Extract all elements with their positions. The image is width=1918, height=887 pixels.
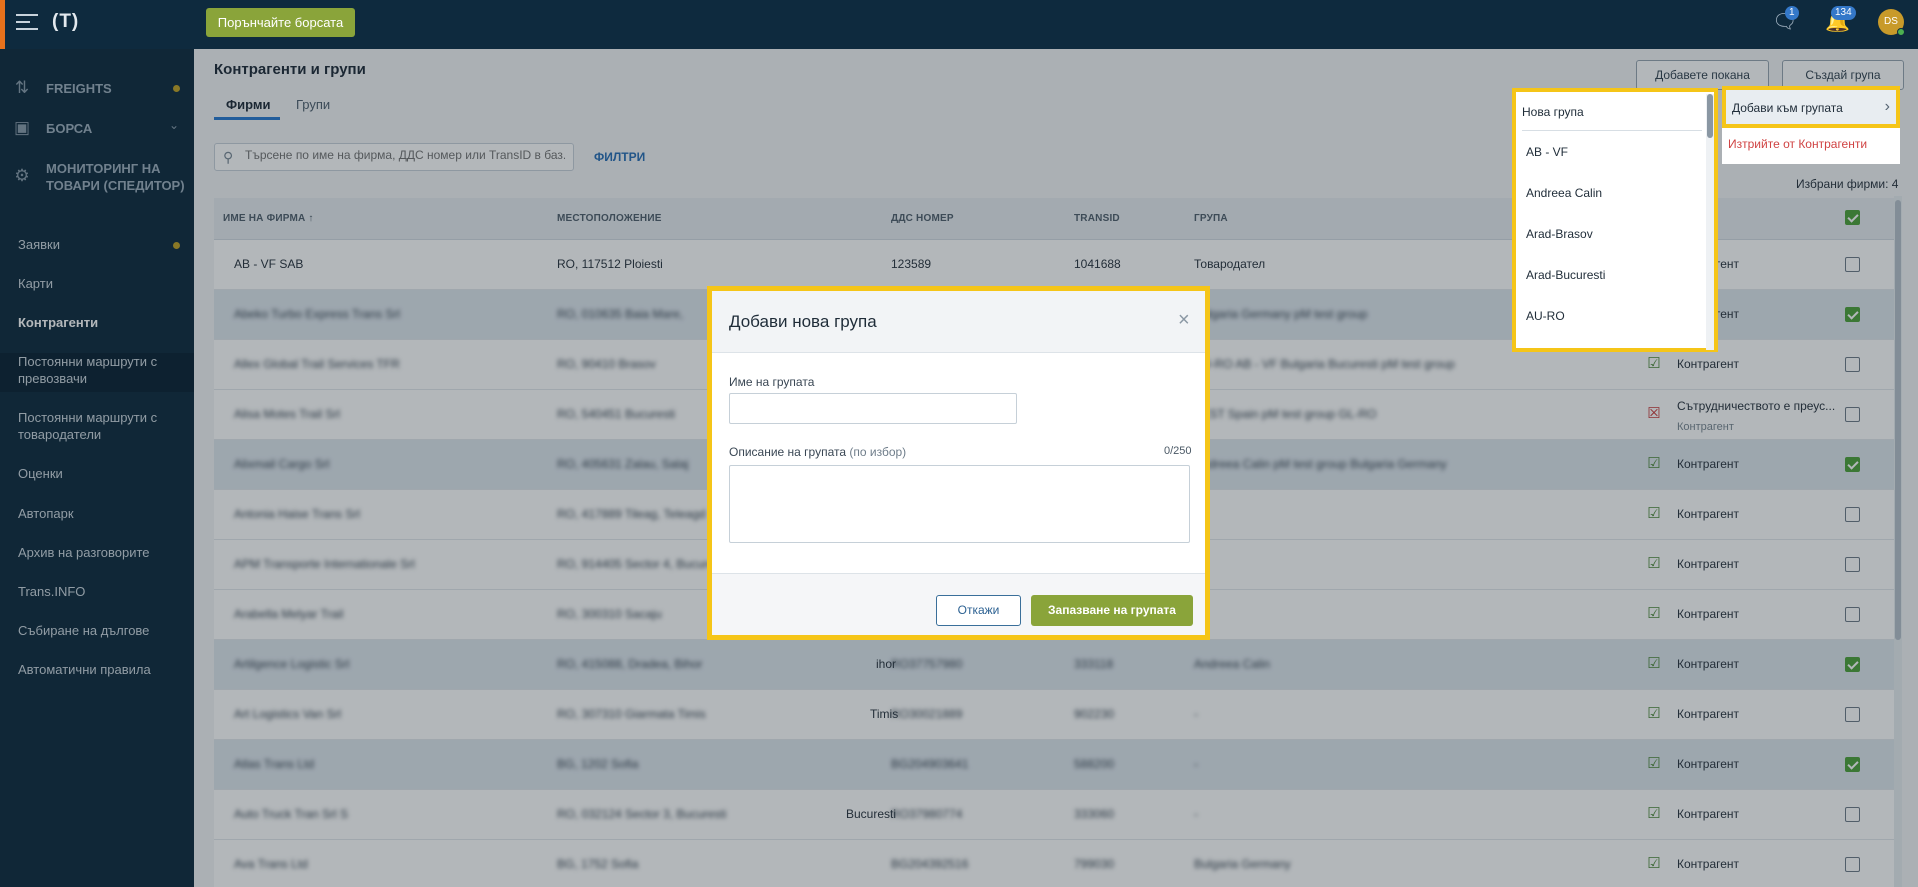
group-description-textarea[interactable] (729, 465, 1190, 543)
dropdown-divider (1522, 130, 1702, 131)
group-name-input[interactable] (729, 393, 1017, 424)
remove-from-contractors-item[interactable]: Изтрийте от Контрагенти (1728, 137, 1867, 151)
messages-badge: 1 (1785, 6, 1799, 20)
brand-accent (0, 0, 5, 49)
cancel-button[interactable]: Откажи (936, 595, 1021, 626)
add-group-modal: Добави нова група × Име на групата Описа… (707, 286, 1210, 640)
modal-footer: Откажи Запазване на групата (712, 573, 1205, 635)
avatar[interactable]: DS (1878, 9, 1905, 36)
logo[interactable]: (T) (52, 11, 79, 33)
dropdown-group-item[interactable]: Arad-Brasov (1526, 227, 1593, 241)
dropdown-group-item[interactable]: AU-RO (1526, 309, 1565, 323)
group-description-label-text: Описание на групата (729, 445, 847, 459)
save-group-button[interactable]: Запазване на групата (1031, 595, 1193, 626)
character-counter: 0/250 (1164, 445, 1192, 457)
group-name-label: Име на групата (729, 375, 815, 389)
add-to-group-menu-item[interactable]: Добави към групата › (1722, 86, 1900, 128)
top-bar: (T) Порънчайте борсата 🗨 1 🔔 134 DS (0, 0, 1918, 49)
dropdown-scrollbar-thumb[interactable] (1707, 94, 1713, 138)
chevron-right-icon: › (1884, 98, 1890, 115)
group-dropdown: Нова група AB - VF Andreea Calin Arad-Br… (1512, 88, 1718, 352)
group-description-label: Описание на групата (по избор) (729, 445, 906, 459)
optional-hint: (по избор) (849, 445, 907, 459)
modal-header: Добави нова група × (712, 291, 1205, 353)
market-button[interactable]: Порънчайте борсата (206, 8, 355, 37)
menu-icon[interactable] (16, 14, 38, 32)
dropdown-new-group[interactable]: Нова група (1522, 105, 1584, 119)
modal-title: Добави нова група (729, 312, 877, 331)
avatar-initials: DS (1884, 16, 1898, 27)
add-to-group-label: Добави към групата (1732, 101, 1843, 115)
context-menu: Изтрийте от Контрагенти (1722, 128, 1900, 164)
notifications-badge: 134 (1831, 6, 1856, 20)
dropdown-group-item[interactable]: AB - VF (1526, 145, 1568, 159)
online-status-dot (1897, 28, 1905, 36)
close-icon[interactable]: × (1178, 309, 1190, 332)
dropdown-group-item[interactable]: Arad-Bucuresti (1526, 268, 1605, 282)
dropdown-group-item[interactable]: Andreea Calin (1526, 186, 1602, 200)
